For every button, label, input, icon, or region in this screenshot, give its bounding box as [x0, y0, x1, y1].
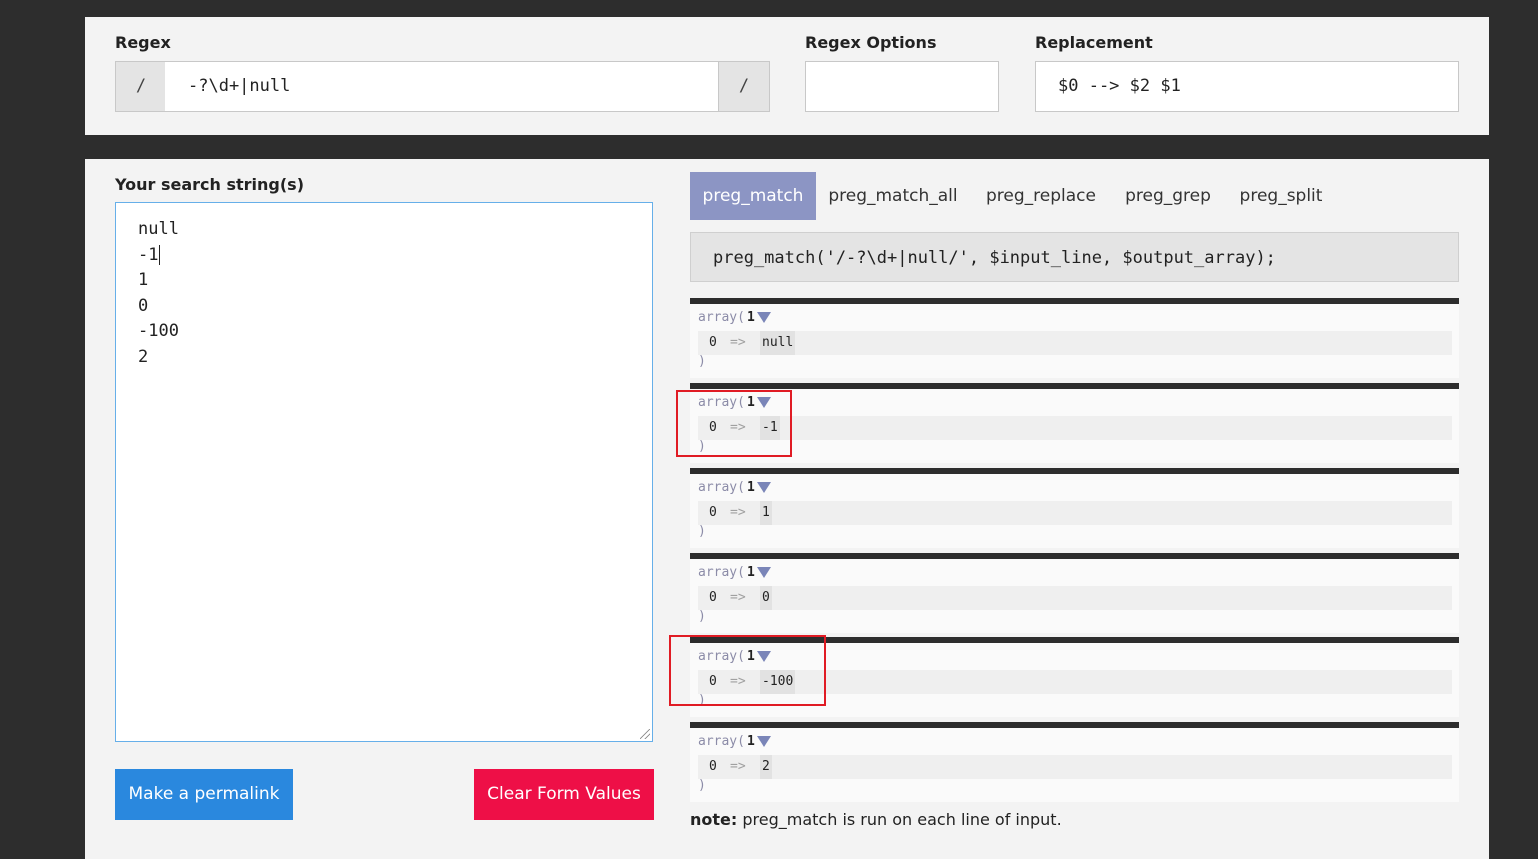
tab-preg-grep[interactable]: preg_grep [1118, 172, 1218, 220]
clear-form-button[interactable]: Clear Form Values [474, 769, 654, 820]
regex-delimiter-left: / [115, 61, 167, 112]
collapse-triangle-icon[interactable] [756, 482, 771, 493]
result-block: array(1 0 => 1 ) [690, 468, 1459, 548]
search-line: -1 [138, 244, 161, 265]
tab-preg-replace[interactable]: preg_replace [980, 172, 1102, 220]
regex-options-label: Regex Options [805, 33, 937, 52]
result-block: array(1 0 => -1 ) [690, 383, 1459, 463]
tab-preg-match[interactable]: preg_match [690, 172, 816, 220]
result-value: 0 [760, 586, 772, 610]
search-line: 1 [138, 270, 149, 290]
regex-panel: Regex / -?\d+|null / Regex Options Repla… [85, 17, 1489, 135]
collapse-triangle-icon[interactable] [756, 736, 771, 747]
result-row: 0 => -1 [698, 416, 1452, 440]
tab-preg-split[interactable]: preg_split [1236, 172, 1326, 220]
regex-input[interactable]: -?\d+|null [165, 61, 718, 112]
result-block: array(1 0 => null ) [690, 298, 1459, 378]
collapse-triangle-icon[interactable] [756, 312, 771, 323]
search-string-label: Your search string(s) [115, 175, 305, 194]
resize-grip-icon[interactable] [640, 729, 650, 739]
main-panel: Your search string(s) null -1 1 0 -100 2… [85, 159, 1489, 859]
result-value: 1 [760, 501, 772, 525]
search-line: 2 [138, 346, 149, 367]
search-string-textarea[interactable]: null -1 1 0 -100 2 [115, 202, 653, 742]
search-line: 0 [138, 295, 149, 316]
replacement-input[interactable]: $0 --> $2 $1 [1035, 61, 1459, 112]
search-line: null [138, 219, 179, 239]
result-value: 2 [760, 755, 772, 779]
highlight-box [669, 635, 826, 706]
php-code-display: preg_match('/-?\d+|null/', $input_line, … [690, 232, 1459, 282]
result-block: array(1 0 => 0 ) [690, 553, 1459, 633]
regex-delimiter-right: / [718, 61, 770, 112]
note-text: note: preg_match is run on each line of … [690, 810, 1062, 829]
search-line: -100 [138, 321, 179, 341]
regex-input-group: / -?\d+|null / [115, 61, 770, 112]
replacement-label: Replacement [1035, 33, 1153, 52]
result-block: array(1 0 => 2 ) [690, 722, 1459, 802]
result-row: 0 => 2 [698, 755, 1452, 779]
result-row: 0 => 0 [698, 586, 1452, 610]
result-header: array(1 [698, 565, 771, 580]
result-row: 0 => 1 [698, 501, 1452, 525]
result-header: array(1 [698, 734, 771, 749]
result-row: 0 => null [698, 331, 1452, 355]
result-header: array(1 [698, 480, 771, 495]
collapse-triangle-icon[interactable] [756, 567, 771, 578]
result-header: array(1 [698, 310, 771, 325]
result-value: null [760, 331, 796, 355]
tab-preg-match-all[interactable]: preg_match_all [823, 172, 963, 220]
make-permalink-button[interactable]: Make a permalink [115, 769, 293, 820]
regex-options-input[interactable] [805, 61, 999, 112]
regex-label: Regex [115, 33, 171, 52]
highlight-box [676, 390, 792, 457]
text-caret [159, 244, 161, 265]
